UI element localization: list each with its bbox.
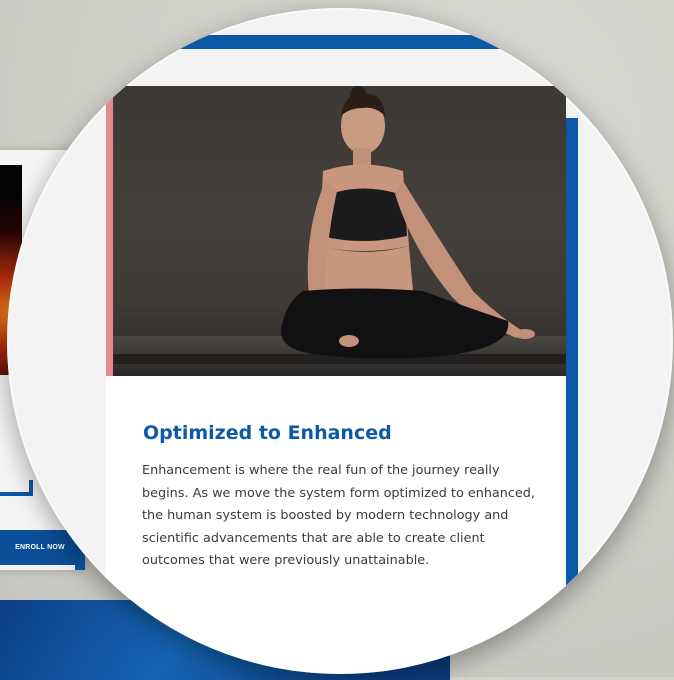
meditation-photo bbox=[113, 86, 566, 376]
meditating-woman-illustration bbox=[281, 86, 535, 359]
card-title: Optimized to Enhanced bbox=[143, 422, 392, 444]
card-body-text: Enhancement is where the real fun of the… bbox=[142, 463, 535, 568]
right-blue-rule bbox=[566, 118, 578, 588]
top-blue-strip bbox=[150, 35, 540, 49]
feature-card: Optimized to Enhanced Enhancement is whe… bbox=[106, 86, 566, 674]
card-accent-rule bbox=[106, 86, 113, 376]
magnifier-lens: Optimized to Enhanced Enhancement is whe… bbox=[7, 8, 673, 674]
